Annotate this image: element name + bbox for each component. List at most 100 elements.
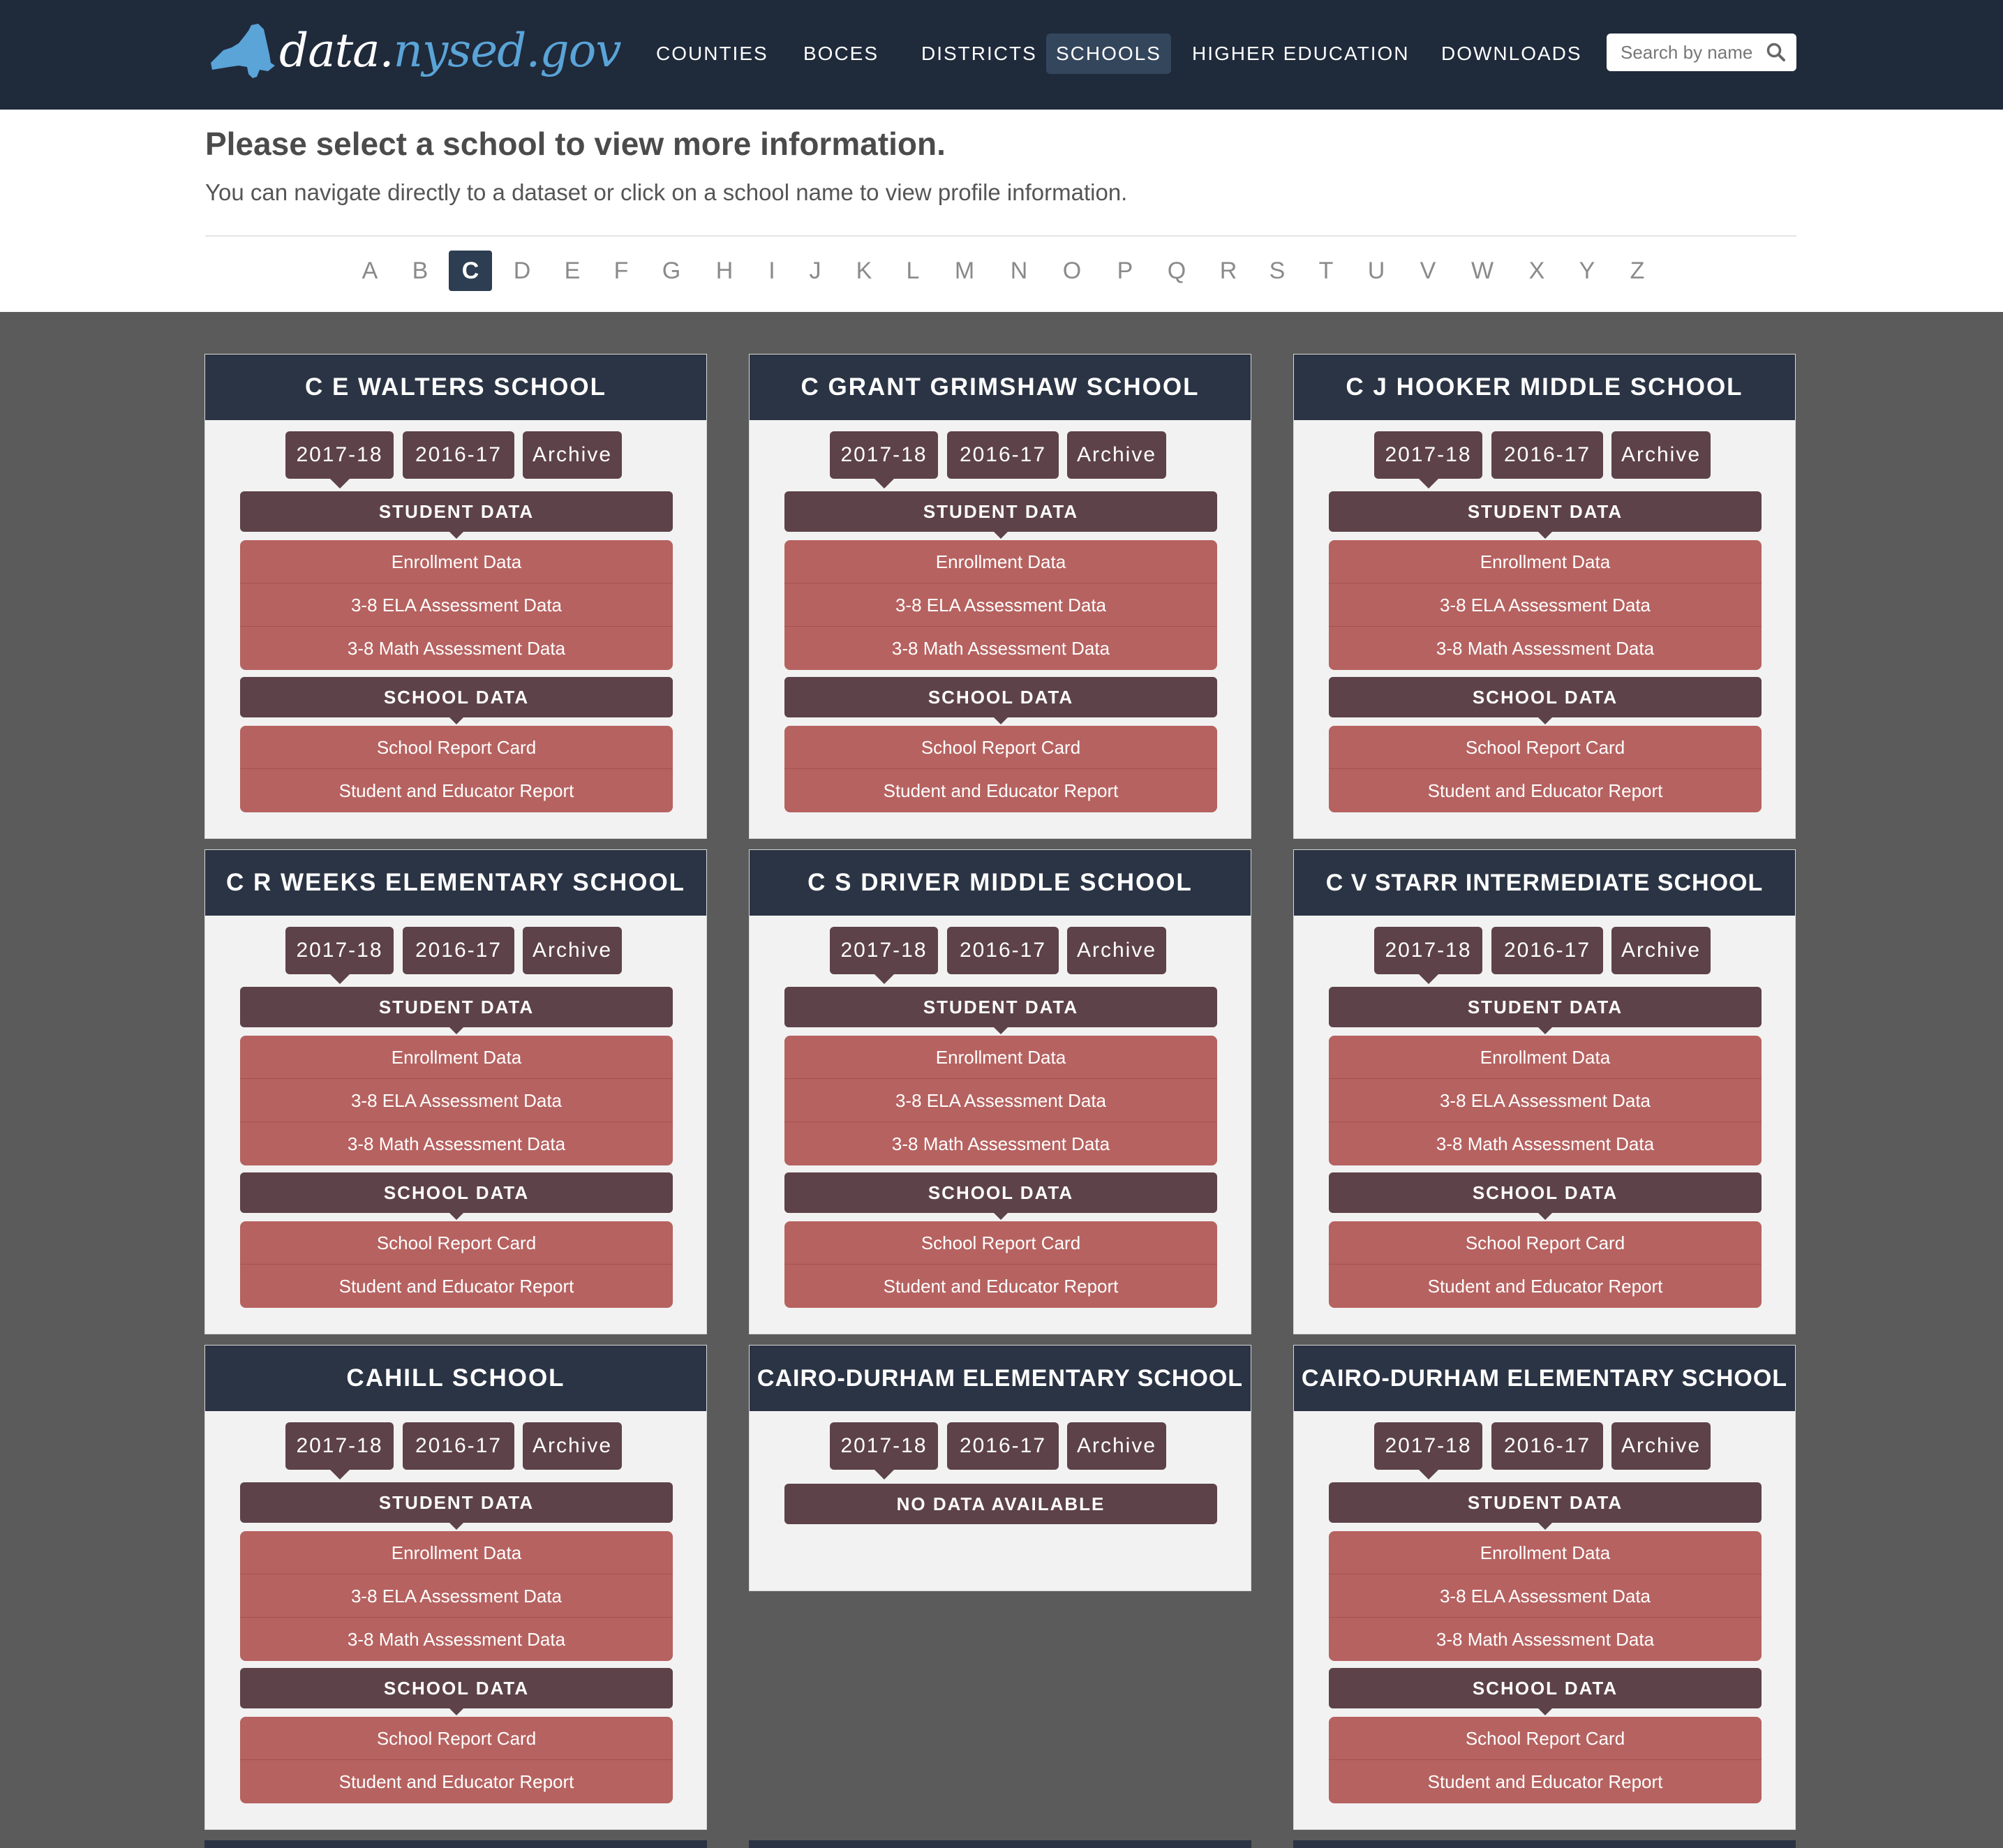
math-assessment-data-link[interactable]: 3-8 Math Assessment Data [1329, 1122, 1762, 1165]
ela-assessment-data-link[interactable]: 3-8 ELA Assessment Data [784, 1079, 1217, 1122]
school-name-link[interactable]: C GRANT GRIMSHAW SCHOOL [750, 355, 1251, 420]
student-educator-report-link[interactable]: Student and Educator Report [240, 769, 673, 812]
year-tab-archive[interactable]: Archive [1067, 927, 1166, 974]
year-tab-archive[interactable]: Archive [1067, 431, 1166, 479]
ela-assessment-data-link[interactable]: 3-8 ELA Assessment Data [1329, 1574, 1762, 1618]
math-assessment-data-link[interactable]: 3-8 Math Assessment Data [240, 627, 673, 670]
school-name-link[interactable]: C R WEEKS ELEMENTARY SCHOOL [205, 850, 706, 916]
alphabet-letter-f[interactable]: F [600, 251, 643, 291]
school-name-link[interactable]: CAIRO-DURHAM ELEMENTARY SCHOOL [1294, 1346, 1795, 1411]
alphabet-letter-i[interactable]: I [750, 251, 794, 291]
alphabet-letter-v[interactable]: V [1406, 251, 1450, 291]
alphabet-letter-d[interactable]: D [500, 251, 544, 291]
alphabet-letter-o[interactable]: O [1050, 251, 1094, 291]
school-report-card-link[interactable]: School Report Card [240, 726, 673, 769]
alphabet-letter-l[interactable]: L [891, 251, 935, 291]
year-tab-archive[interactable]: Archive [1611, 431, 1711, 479]
school-report-card-link[interactable]: School Report Card [1329, 1221, 1762, 1265]
year-tab-2017-18[interactable]: 2017-18 [830, 927, 938, 984]
year-tab-2016-17[interactable]: 2016-17 [403, 431, 514, 479]
ela-assessment-data-link[interactable]: 3-8 ELA Assessment Data [240, 1574, 673, 1618]
alphabet-letter-x[interactable]: X [1515, 251, 1558, 291]
alphabet-letter-u[interactable]: U [1355, 251, 1398, 291]
school-report-card-link[interactable]: School Report Card [784, 1221, 1217, 1265]
student-educator-report-link[interactable]: Student and Educator Report [784, 1265, 1217, 1308]
alphabet-letter-c[interactable]: C [449, 251, 492, 291]
enrollment-data-link[interactable]: Enrollment Data [784, 540, 1217, 583]
site-logo[interactable]: data.nysed.gov [208, 20, 622, 92]
enrollment-data-link[interactable]: Enrollment Data [240, 540, 673, 583]
alphabet-letter-j[interactable]: J [794, 251, 837, 291]
math-assessment-data-link[interactable]: 3-8 Math Assessment Data [784, 627, 1217, 670]
school-name-link[interactable]: C J HOOKER MIDDLE SCHOOL [1294, 355, 1795, 420]
math-assessment-data-link[interactable]: 3-8 Math Assessment Data [240, 1618, 673, 1661]
year-tab-2016-17[interactable]: 2016-17 [947, 927, 1059, 974]
enrollment-data-link[interactable]: Enrollment Data [240, 1531, 673, 1574]
enrollment-data-link[interactable]: Enrollment Data [240, 1036, 673, 1079]
alphabet-letter-a[interactable]: A [348, 251, 392, 291]
year-tab-2017-18[interactable]: 2017-18 [1374, 927, 1482, 984]
math-assessment-data-link[interactable]: 3-8 Math Assessment Data [1329, 627, 1762, 670]
alphabet-letter-q[interactable]: Q [1155, 251, 1198, 291]
school-name-link[interactable]: C E WALTERS SCHOOL [205, 355, 706, 420]
year-tab-2016-17[interactable]: 2016-17 [1491, 927, 1603, 974]
year-tab-archive[interactable]: Archive [523, 431, 622, 479]
enrollment-data-link[interactable]: Enrollment Data [784, 1036, 1217, 1079]
year-tab-archive[interactable]: Archive [1611, 927, 1711, 974]
year-tab-2017-18[interactable]: 2017-18 [1374, 1422, 1482, 1480]
alphabet-letter-y[interactable]: Y [1565, 251, 1609, 291]
alphabet-letter-b[interactable]: B [399, 251, 442, 291]
school-report-card-link[interactable]: School Report Card [1329, 1717, 1762, 1760]
math-assessment-data-link[interactable]: 3-8 Math Assessment Data [240, 1122, 673, 1165]
enrollment-data-link[interactable]: Enrollment Data [1329, 1531, 1762, 1574]
school-name-link[interactable]: CAIRO-DURHAM ELEMENTARY SCHOOL [750, 1346, 1251, 1411]
year-tab-2017-18[interactable]: 2017-18 [285, 431, 394, 489]
alphabet-letter-g[interactable]: G [650, 251, 693, 291]
year-tab-archive[interactable]: Archive [523, 927, 622, 974]
year-tab-2017-18[interactable]: 2017-18 [285, 927, 394, 984]
student-educator-report-link[interactable]: Student and Educator Report [1329, 1760, 1762, 1803]
search-input[interactable] [1607, 33, 1767, 71]
alphabet-letter-r[interactable]: R [1207, 251, 1250, 291]
ela-assessment-data-link[interactable]: 3-8 ELA Assessment Data [1329, 583, 1762, 627]
year-tab-2017-18[interactable]: 2017-18 [1374, 431, 1482, 489]
school-report-card-link[interactable]: School Report Card [240, 1221, 673, 1265]
school-report-card-link[interactable]: School Report Card [1329, 726, 1762, 769]
alphabet-letter-k[interactable]: K [842, 251, 886, 291]
math-assessment-data-link[interactable]: 3-8 Math Assessment Data [784, 1122, 1217, 1165]
alphabet-letter-p[interactable]: P [1103, 251, 1147, 291]
enrollment-data-link[interactable]: Enrollment Data [1329, 540, 1762, 583]
nav-counties[interactable]: COUNTIES [646, 33, 778, 74]
search-icon[interactable] [1766, 42, 1787, 63]
year-tab-2016-17[interactable]: 2016-17 [403, 927, 514, 974]
ela-assessment-data-link[interactable]: 3-8 ELA Assessment Data [784, 583, 1217, 627]
year-tab-archive[interactable]: Archive [1611, 1422, 1711, 1470]
year-tab-2016-17[interactable]: 2016-17 [403, 1422, 514, 1470]
alphabet-letter-t[interactable]: T [1304, 251, 1348, 291]
nav-higher-education[interactable]: HIGHER EDUCATION [1182, 33, 1420, 74]
school-report-card-link[interactable]: School Report Card [240, 1717, 673, 1760]
enrollment-data-link[interactable]: Enrollment Data [1329, 1036, 1762, 1079]
student-educator-report-link[interactable]: Student and Educator Report [1329, 1265, 1762, 1308]
ela-assessment-data-link[interactable]: 3-8 ELA Assessment Data [240, 583, 673, 627]
year-tab-2017-18[interactable]: 2017-18 [285, 1422, 394, 1480]
school-report-card-link[interactable]: School Report Card [784, 726, 1217, 769]
nav-schools[interactable]: SCHOOLS [1046, 33, 1171, 74]
alphabet-letter-e[interactable]: E [551, 251, 594, 291]
nav-boces[interactable]: BOCES [794, 33, 888, 74]
student-educator-report-link[interactable]: Student and Educator Report [1329, 769, 1762, 812]
school-name-link[interactable]: CAHILL SCHOOL [205, 1346, 706, 1411]
ela-assessment-data-link[interactable]: 3-8 ELA Assessment Data [240, 1079, 673, 1122]
year-tab-2017-18[interactable]: 2017-18 [830, 431, 938, 489]
nav-districts[interactable]: DISTRICTS [911, 33, 1047, 74]
math-assessment-data-link[interactable]: 3-8 Math Assessment Data [1329, 1618, 1762, 1661]
nav-downloads[interactable]: DOWNLOADS [1431, 33, 1592, 74]
alphabet-letter-s[interactable]: S [1256, 251, 1299, 291]
student-educator-report-link[interactable]: Student and Educator Report [784, 769, 1217, 812]
alphabet-letter-w[interactable]: W [1461, 251, 1504, 291]
year-tab-archive[interactable]: Archive [1067, 1422, 1166, 1470]
student-educator-report-link[interactable]: Student and Educator Report [240, 1760, 673, 1803]
ela-assessment-data-link[interactable]: 3-8 ELA Assessment Data [1329, 1079, 1762, 1122]
year-tab-2016-17[interactable]: 2016-17 [947, 1422, 1059, 1470]
alphabet-letter-h[interactable]: H [703, 251, 746, 291]
